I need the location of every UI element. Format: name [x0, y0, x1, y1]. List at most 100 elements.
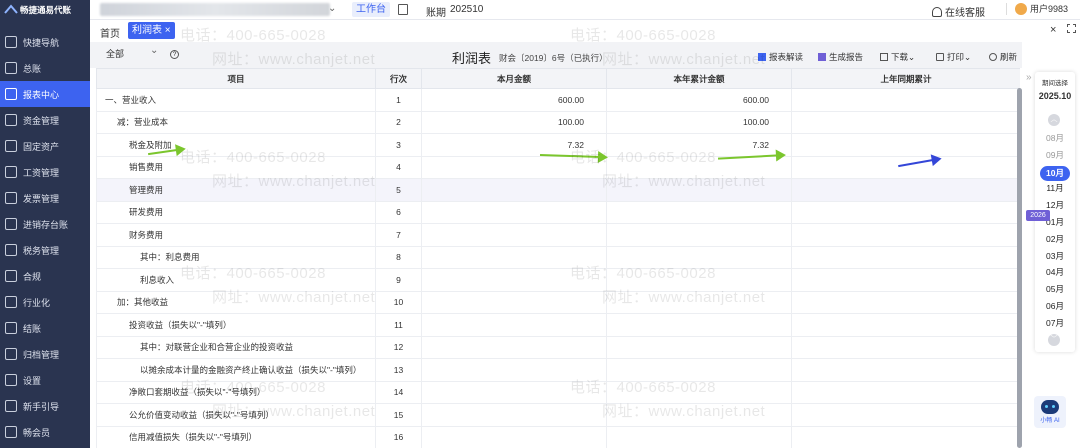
fullscreen-icon[interactable]	[1067, 24, 1076, 33]
sidebar-item-funds[interactable]: 资金管理	[0, 107, 90, 133]
online-support-button[interactable]: 在线客服	[932, 4, 985, 19]
report-center-icon	[5, 88, 17, 100]
month-option[interactable]: 06月	[1035, 300, 1075, 312]
watermark-site: 网址：www.chanjet.net	[602, 403, 766, 420]
sidebar-item-archive[interactable]: 归档管理	[0, 341, 90, 367]
sidebar-item-membership[interactable]: 畅会员	[0, 419, 90, 445]
cell-ytd[interactable]: 100.00	[606, 110, 792, 134]
cell-ytd[interactable]	[606, 200, 792, 224]
col-item: 项目	[96, 68, 376, 89]
sidebar-item-quick-nav[interactable]: 快捷导航	[0, 29, 90, 55]
download-button[interactable]: 下载 ⌄	[880, 51, 915, 63]
cell-prev[interactable]	[791, 110, 1020, 134]
print-button[interactable]: 打印 ⌄	[936, 51, 971, 63]
cell-prev[interactable]	[791, 155, 1020, 179]
cell-prev[interactable]	[791, 223, 1020, 247]
tab-income-statement[interactable]: 利润表 ×	[128, 22, 175, 39]
brand-logo[interactable]: 畅捷通易代账	[0, 0, 90, 20]
chevron-down-icon[interactable]: ﹀	[1048, 334, 1060, 346]
cell-month[interactable]	[421, 425, 607, 448]
sidebar-item-compliance[interactable]: 合规	[0, 263, 90, 289]
cell-month[interactable]	[421, 313, 607, 337]
sidebar-item-tax[interactable]: 税务管理	[0, 237, 90, 263]
table-row[interactable]: 投资收益（损失以"-"填列） 11	[96, 313, 1020, 337]
cell-prev[interactable]	[791, 200, 1020, 224]
month-option[interactable]: 03月	[1035, 250, 1075, 262]
cell-prev[interactable]	[791, 290, 1020, 314]
sidebar-item-settings[interactable]: 设置	[0, 367, 90, 393]
cell-prev[interactable]	[791, 245, 1020, 269]
cell-ytd[interactable]	[606, 313, 792, 337]
refresh-icon	[989, 53, 997, 61]
cell-month[interactable]	[421, 178, 607, 202]
watermark-phone: 电话：400-665-0028	[180, 379, 326, 396]
table-row[interactable]: 财务费用 7	[96, 223, 1020, 247]
help-icon[interactable]: ?	[170, 50, 179, 59]
month-option[interactable]: 08月	[1035, 132, 1075, 144]
ai-assistant-button[interactable]: 小畅 AI	[1034, 396, 1066, 428]
calendar-icon[interactable]	[398, 4, 408, 15]
close-icon[interactable]: ×	[1050, 24, 1056, 36]
cell-prev[interactable]	[791, 268, 1020, 292]
col-line: 行次	[375, 68, 422, 89]
sidebar-item-payroll[interactable]: 工资管理	[0, 159, 90, 185]
cell-prev[interactable]	[791, 88, 1020, 112]
cell-month[interactable]	[421, 403, 607, 427]
tab-home[interactable]: 首页	[100, 25, 120, 40]
cell-month[interactable]	[421, 290, 607, 314]
sidebar-item-industry[interactable]: 行业化	[0, 289, 90, 315]
filter-select[interactable]: 全部	[106, 47, 124, 60]
chevron-down-icon[interactable]: ⌄	[328, 3, 336, 14]
cell-prev[interactable]	[791, 380, 1020, 404]
sidebar-item-inventory-ledger[interactable]: 进销存台账	[0, 211, 90, 237]
month-option[interactable]: 02月	[1035, 233, 1075, 245]
sidebar-item-fixed-assets[interactable]: 固定资产	[0, 133, 90, 159]
month-option[interactable]: 10月	[1040, 165, 1070, 181]
cell-ytd[interactable]	[606, 223, 792, 247]
cell-prev[interactable]	[791, 358, 1020, 382]
month-option[interactable]: 04月	[1035, 266, 1075, 278]
cell-month[interactable]: 100.00	[421, 110, 607, 134]
month-option[interactable]: 05月	[1035, 283, 1075, 295]
table-row[interactable]: 信用减值损失（损失以"-"号填列） 16	[96, 425, 1020, 448]
funds-icon	[5, 114, 17, 126]
table-row[interactable]: 其中：对联营企业和合营企业的投资收益 12	[96, 335, 1020, 359]
cell-month[interactable]	[421, 335, 607, 359]
cell-prev[interactable]	[791, 403, 1020, 427]
cell-month[interactable]	[421, 200, 607, 224]
cell-prev[interactable]	[791, 133, 1020, 157]
sidebar-item-invoices[interactable]: 发票管理	[0, 185, 90, 211]
cell-prev[interactable]	[791, 178, 1020, 202]
sidebar-item-report-center[interactable]: 报表中心	[0, 81, 90, 107]
table-row[interactable]: 减：营业成本 2 100.00 100.00	[96, 110, 1020, 134]
cell-prev[interactable]	[791, 335, 1020, 359]
month-option[interactable]: 09月	[1035, 149, 1075, 161]
sidebar-item-general-ledger[interactable]: 总账	[0, 55, 90, 81]
company-selector[interactable]	[100, 3, 330, 16]
month-option[interactable]: 07月	[1035, 317, 1075, 329]
cell-prev[interactable]	[791, 313, 1020, 337]
ai-icon	[818, 53, 826, 61]
generate-report-button[interactable]: 生成报告	[818, 51, 863, 63]
table-row[interactable]: 研发费用 6	[96, 200, 1020, 224]
refresh-button[interactable]: 刷新	[989, 51, 1017, 63]
cell-name: 投资收益（损失以"-"填列）	[96, 313, 376, 337]
period-value[interactable]: 202510	[450, 4, 483, 15]
cell-ytd[interactable]: 600.00	[606, 88, 792, 112]
sidebar-item-closing[interactable]: 结账	[0, 315, 90, 341]
sidebar-item-onboarding[interactable]: 新手引导	[0, 393, 90, 419]
collapse-panel-icon[interactable]: »	[1026, 72, 1032, 83]
chevron-up-icon[interactable]: ︿	[1048, 114, 1060, 126]
cell-line: 9	[375, 268, 422, 292]
chevron-down-icon[interactable]: ⌄	[150, 45, 158, 56]
workbench-button[interactable]: 工作台	[352, 2, 390, 17]
cell-ytd[interactable]	[606, 335, 792, 359]
cell-prev[interactable]	[791, 425, 1020, 448]
month-option[interactable]: 11月	[1035, 182, 1075, 194]
user-menu[interactable]: 用户9983	[1006, 2, 1068, 15]
cell-month[interactable]	[421, 223, 607, 247]
cell-month[interactable]: 600.00	[421, 88, 607, 112]
table-row[interactable]: 一、营业收入 1 600.00 600.00	[96, 88, 1020, 112]
cell-ytd[interactable]	[606, 425, 792, 448]
vertical-scrollbar[interactable]	[1017, 88, 1022, 448]
